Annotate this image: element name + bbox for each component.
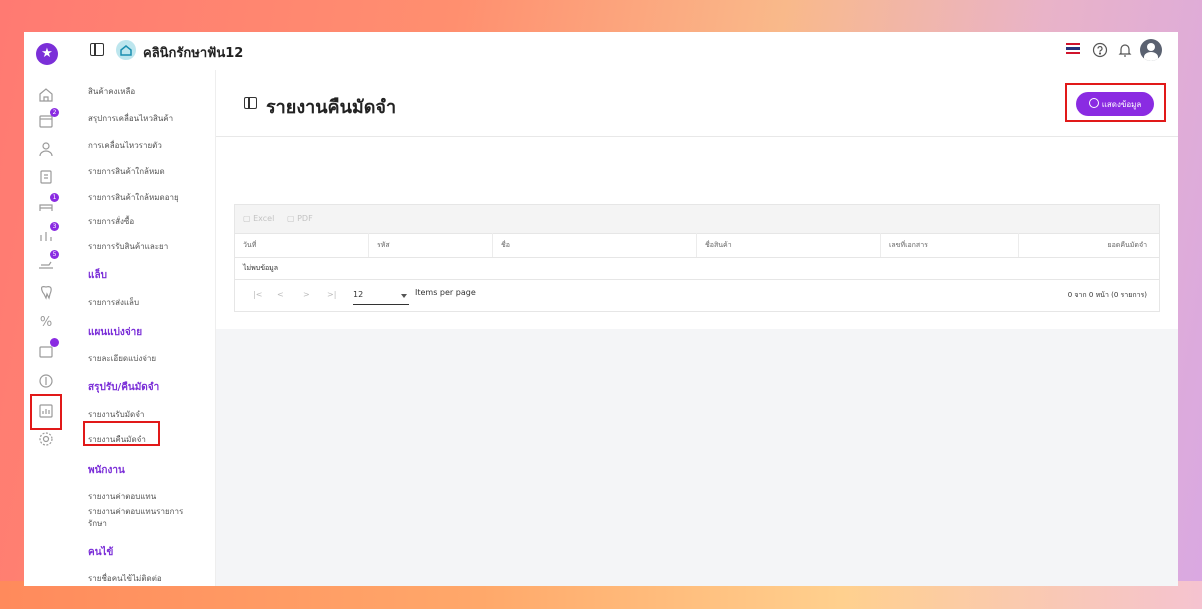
active-submenu-highlight (83, 421, 160, 446)
table-header: วันที่ รหัส ชื่อ ชื่อสินค้า เลขที่เอกสาร… (235, 233, 1159, 258)
empty-message: ไม่พบข้อมูล (243, 264, 279, 272)
icon-rail: ★ 2 1 3 5 % (24, 32, 71, 586)
calendar-icon[interactable]: 2 (37, 108, 59, 130)
submenu-item[interactable]: รายชื่อคนไข้ไม่ติดต่อ (88, 572, 162, 585)
show-data-label: แสดงข้อมูล (1101, 100, 1142, 109)
column-header[interactable]: รหัส (369, 233, 493, 257)
panel-icon (244, 97, 257, 109)
settings-icon[interactable] (37, 430, 55, 448)
column-header[interactable]: วันที่ (235, 233, 369, 257)
package-badge (50, 338, 59, 347)
app-logo[interactable]: ★ (36, 43, 58, 65)
items-per-page-label: Items per page (415, 288, 476, 297)
submenu-item[interactable]: รายละเอียดแบ่งจ่าย (88, 352, 156, 365)
submenu-item[interactable]: สรุปการเคลื่อนไหวสินค้า (88, 112, 173, 125)
report-table-card: ▢ Excel ▢ PDF วันที่ รหัส ชื่อ ชื่อสินค้… (234, 204, 1160, 312)
submenu-item[interactable]: รายงานค่าตอบแทน (88, 490, 156, 503)
prev-page-button[interactable]: < (277, 290, 284, 299)
clinic-name[interactable]: คลินิกรักษาฟัน12 (143, 42, 243, 63)
submenu-item[interactable]: รายงานรับมัดจำ (88, 408, 144, 421)
submenu-item-continued[interactable]: รักษา (88, 517, 107, 530)
submenu-item[interactable]: รายการส่งแล็บ (88, 296, 139, 309)
submenu-heading-staff: พนักงาน (88, 465, 125, 476)
page-title: รายงานคืนมัดจำ (266, 97, 397, 118)
last-page-button[interactable]: >| (327, 290, 336, 299)
submenu-heading-deposit: สรุปรับ/คืนมัดจำ (88, 382, 160, 393)
bed-icon[interactable]: 1 (37, 193, 59, 215)
inventory-icon[interactable]: 3 (37, 222, 59, 244)
submenu-heading-lab: แล็บ (88, 270, 107, 281)
help-icon[interactable] (1092, 42, 1108, 58)
excel-label: Excel (253, 214, 275, 223)
top-bar: คลินิกรักษาฟัน12 (70, 32, 1178, 71)
home-icon[interactable] (37, 86, 55, 104)
submenu-item[interactable]: รายการสั่งซื้อ (88, 215, 134, 228)
bed-badge: 1 (50, 193, 59, 202)
submenu-item[interactable]: การเคลื่อนไหวรายตัว (88, 139, 162, 152)
user-icon[interactable] (37, 140, 55, 158)
pdf-label: PDF (297, 214, 313, 223)
column-header[interactable]: เลขที่เอกสาร (881, 233, 1019, 257)
main-content: รายงานคืนมัดจำ แสดงข้อมูล ▢ Excel ▢ PDF … (216, 70, 1178, 586)
clinic-home-icon (116, 40, 136, 60)
submenu-item[interactable]: รายการสินค้าใกล้หมด (88, 165, 165, 178)
submenu-item[interactable]: รายการสินค้าใกล้หมดอายุ (88, 191, 179, 204)
column-header[interactable]: ยอดคืนมัดจำ (1019, 233, 1159, 257)
page-range-text: 0 จาก 0 หน้า (0 รายการ) (1067, 291, 1147, 299)
sidebar-toggle-icon[interactable] (90, 43, 104, 56)
calendar-badge: 2 (50, 108, 59, 117)
submenu-heading-plan: แผนแบ่งจ่าย (88, 327, 143, 338)
avatar[interactable] (1140, 39, 1162, 61)
pagination: |< < > >| 12 Items per page 0 จาก 0 หน้า… (235, 279, 1159, 312)
next-page-button[interactable]: > (303, 290, 310, 299)
column-header[interactable]: ชื่อสินค้า (697, 233, 881, 257)
app-window: ★ 2 1 3 5 % คลินิกรักษาฟัน12 สินค้าคงเหล… (24, 32, 1178, 586)
column-header[interactable]: ชื่อ (493, 233, 697, 257)
money-icon[interactable] (37, 372, 55, 390)
excel-export-button[interactable]: ▢ Excel (243, 214, 274, 223)
tooth-icon[interactable] (37, 283, 55, 301)
items-per-page-select[interactable]: 12 (353, 290, 409, 305)
page-header: รายงานคืนมัดจำ แสดงข้อมูล (216, 70, 1178, 137)
delivery-badge: 5 (50, 250, 59, 259)
submenu-item[interactable]: รายการรับสินค้าและยา (88, 240, 168, 253)
percent-icon[interactable]: % (37, 314, 55, 332)
report-submenu: สินค้าคงเหลือ สรุปการเคลื่อนไหวสินค้า กา… (70, 70, 216, 586)
active-rail-highlight (30, 394, 62, 430)
record-icon[interactable] (37, 168, 55, 186)
delivery-icon[interactable]: 5 (37, 250, 59, 272)
inventory-badge: 3 (50, 222, 59, 231)
per-page-value: 12 (353, 290, 364, 299)
package-icon[interactable] (37, 338, 59, 360)
export-toolbar: ▢ Excel ▢ PDF (235, 205, 1159, 234)
first-page-button[interactable]: |< (253, 290, 262, 299)
bell-icon[interactable] (1117, 42, 1133, 58)
submenu-item[interactable]: สินค้าคงเหลือ (88, 85, 135, 98)
chevron-down-icon (401, 294, 407, 298)
submenu-heading-patient: คนไข้ (88, 547, 114, 558)
pdf-export-button[interactable]: ▢ PDF (287, 214, 313, 223)
thai-flag-icon[interactable] (1066, 43, 1080, 54)
search-icon (1088, 98, 1099, 108)
show-data-button[interactable]: แสดงข้อมูล (1076, 92, 1154, 116)
report-panel: ▢ Excel ▢ PDF วันที่ รหัส ชื่อ ชื่อสินค้… (216, 137, 1178, 329)
